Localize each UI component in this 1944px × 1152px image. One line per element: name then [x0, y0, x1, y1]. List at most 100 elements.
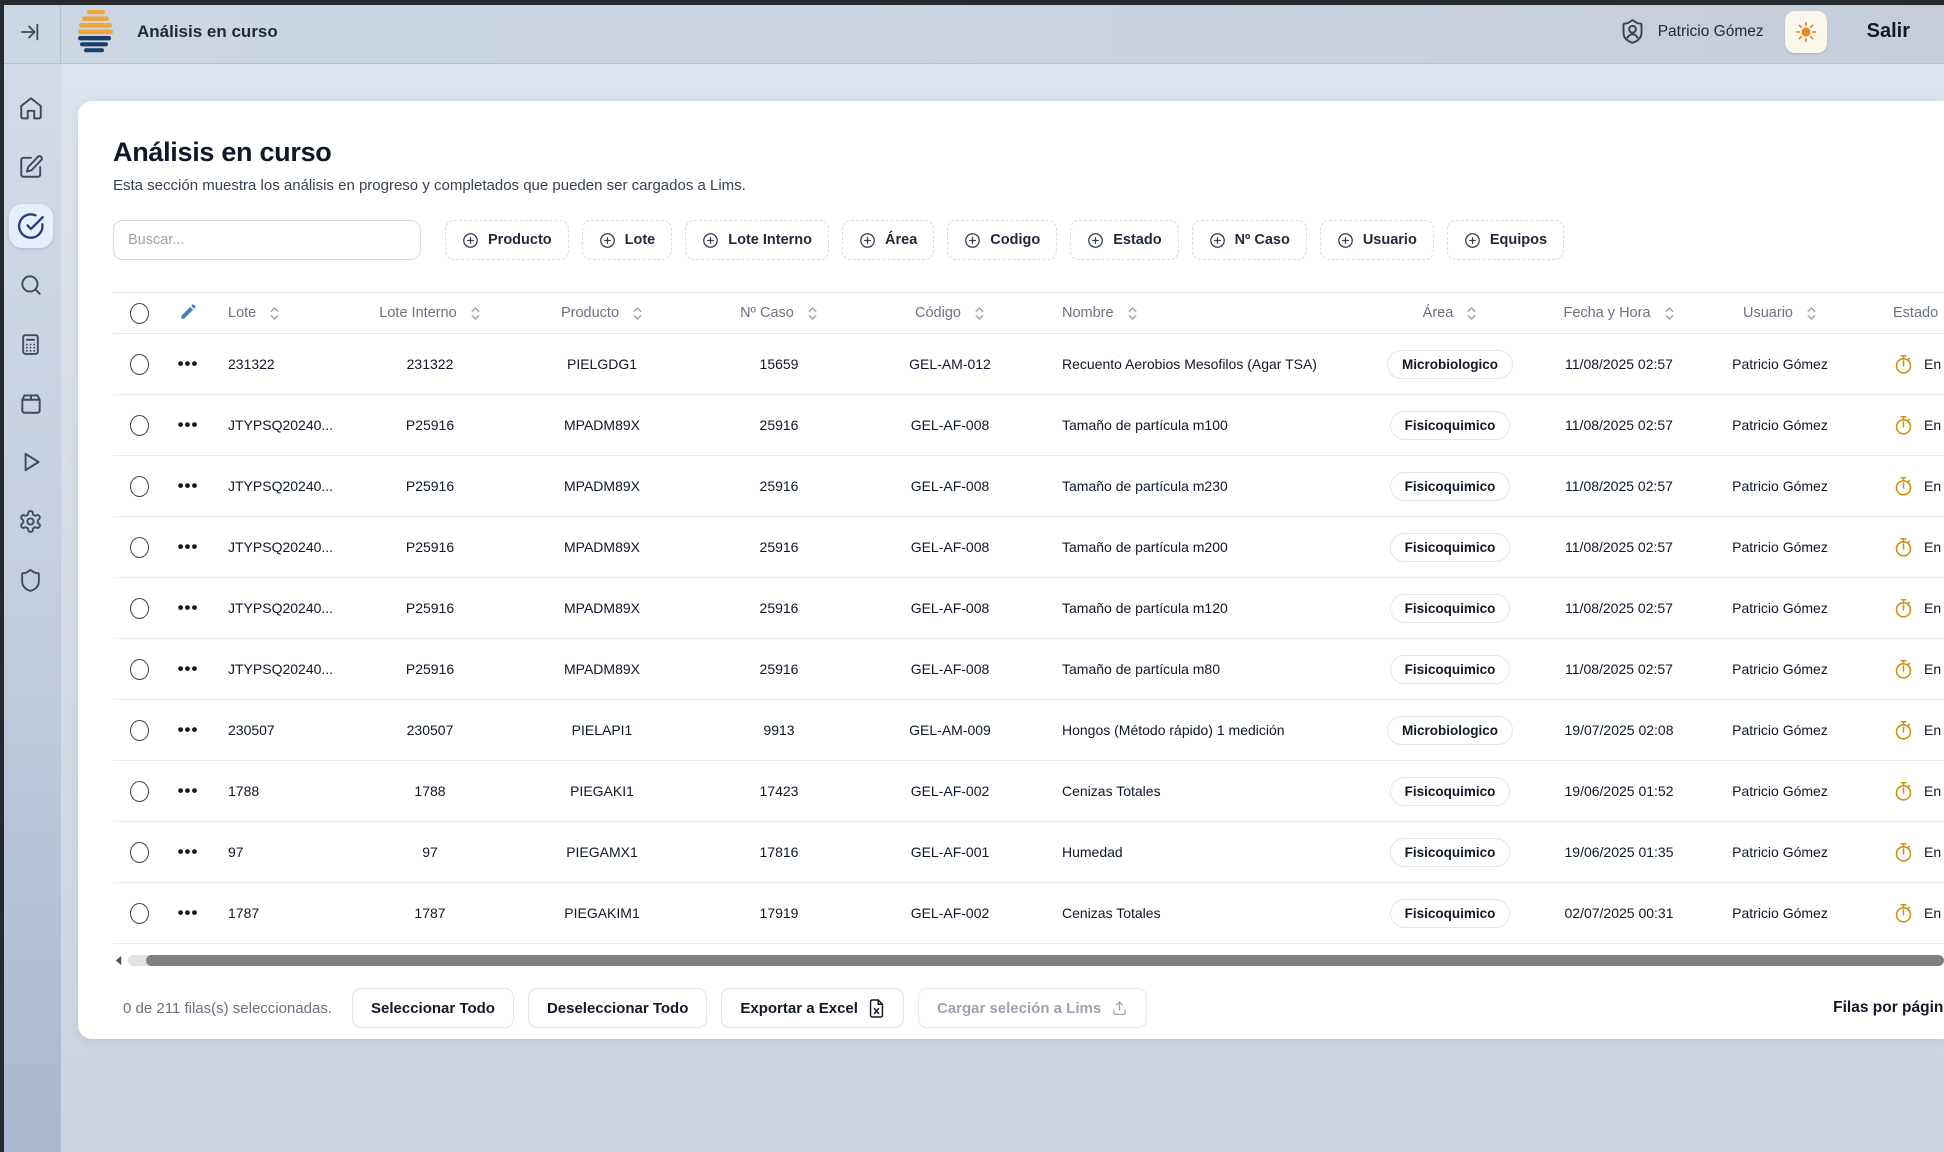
sort-icon[interactable] [807, 306, 818, 321]
cell-nombre: Tamaño de partícula m230 [1043, 478, 1228, 494]
cell-n_caso: 9913 [763, 722, 794, 738]
row-menu-button[interactable]: ••• [178, 476, 199, 495]
row-menu-button[interactable]: ••• [178, 659, 199, 678]
cell-lote_interno: P25916 [406, 417, 454, 433]
sort-icon[interactable] [1664, 306, 1675, 321]
row-checkbox[interactable] [130, 720, 149, 741]
row-checkbox[interactable] [130, 903, 149, 924]
row-checkbox[interactable] [130, 842, 149, 863]
cell-nombre: Tamaño de partícula m100 [1043, 417, 1228, 433]
column-header-area[interactable]: Área [1423, 305, 1478, 321]
cell-lote: 1787 [211, 905, 259, 921]
timer-icon [1893, 354, 1914, 375]
theme-toggle-button[interactable] [1785, 11, 1827, 53]
horizontal-scrollbar[interactable] [113, 954, 1944, 966]
status-label: En curso [1924, 661, 1944, 677]
filter-chip-2[interactable]: Lote Interno [685, 220, 829, 260]
column-header-n_caso[interactable]: Nº Caso [740, 305, 818, 321]
cell-usuario: Patricio Gómez [1732, 783, 1828, 799]
sidebar-item-calculator[interactable] [9, 322, 53, 366]
cell-codigo: GEL-AF-002 [911, 905, 990, 921]
sidebar-item-settings[interactable] [9, 499, 53, 543]
cell-lote: 97 [211, 844, 244, 860]
row-menu-button[interactable]: ••• [178, 720, 199, 739]
area-badge: Fisicoquimico [1390, 777, 1511, 806]
column-header-codigo[interactable]: Código [915, 305, 985, 321]
row-checkbox[interactable] [130, 476, 149, 497]
cell-lote: JTYPSQ20240... [211, 539, 333, 555]
column-header-estado[interactable]: Estado [1893, 305, 1944, 321]
cell-fecha: 11/08/2025 02:57 [1565, 539, 1673, 555]
row-checkbox[interactable] [130, 659, 149, 680]
cell-nombre: Hongos (Método rápido) 1 medición [1043, 722, 1285, 738]
cell-nombre: Cenizas Totales [1043, 905, 1161, 921]
filter-chip-4[interactable]: Codigo [947, 220, 1057, 260]
package-icon [18, 390, 44, 416]
row-menu-button[interactable]: ••• [178, 415, 199, 434]
column-header-lote[interactable]: Lote [228, 305, 280, 321]
sort-icon[interactable] [974, 306, 985, 321]
sidebar-item-home[interactable] [9, 86, 53, 130]
sort-icon[interactable] [1466, 306, 1477, 321]
content-card: Análisis en curso Esta sección muestra l… [78, 101, 1944, 1039]
row-menu-button[interactable]: ••• [178, 354, 199, 373]
scroll-left-arrow-icon[interactable] [113, 955, 124, 966]
sidebar-item-analysis[interactable] [9, 204, 53, 248]
sort-icon[interactable] [632, 306, 643, 321]
row-menu-button[interactable]: ••• [178, 598, 199, 617]
row-menu-button[interactable]: ••• [178, 781, 199, 800]
sidebar-item-edit[interactable] [9, 145, 53, 189]
column-header-usuario[interactable]: Usuario [1743, 305, 1817, 321]
cell-producto: MPADM89X [564, 661, 640, 677]
select-all-checkbox[interactable] [130, 303, 149, 324]
row-menu-button[interactable]: ••• [178, 842, 199, 861]
plus-circle-icon [1209, 232, 1226, 249]
sidebar-collapse-button[interactable] [0, 0, 61, 63]
sort-icon[interactable] [269, 306, 280, 321]
select-all-button[interactable]: Seleccionar Todo [352, 988, 514, 1028]
timer-icon [1893, 476, 1914, 497]
row-menu-button[interactable]: ••• [178, 903, 199, 922]
filter-chip-1[interactable]: Lote [582, 220, 673, 260]
row-checkbox[interactable] [130, 415, 149, 436]
sidebar-item-security[interactable] [9, 558, 53, 602]
row-checkbox[interactable] [130, 354, 149, 375]
sort-icon[interactable] [470, 306, 481, 321]
sort-icon[interactable] [1127, 306, 1138, 321]
row-checkbox[interactable] [130, 781, 149, 802]
row-checkbox[interactable] [130, 598, 149, 619]
sort-icon[interactable] [1806, 306, 1817, 321]
cell-codigo: GEL-AM-009 [909, 722, 991, 738]
column-header-fecha[interactable]: Fecha y Hora [1563, 305, 1674, 321]
company-logo [71, 7, 119, 57]
sidebar-item-search[interactable] [9, 263, 53, 307]
cell-lote: JTYPSQ20240... [211, 661, 333, 677]
load-lims-button[interactable]: Cargar seleción a Lims [918, 988, 1147, 1028]
cell-lote_interno: P25916 [406, 539, 454, 555]
window-frame-left [0, 0, 4, 1152]
cell-lote: JTYPSQ20240... [211, 478, 333, 494]
deselect-all-button[interactable]: Deseleccionar Todo [528, 988, 707, 1028]
scrollbar-thumb[interactable] [146, 955, 1944, 966]
cell-usuario: Patricio Gómez [1732, 539, 1828, 555]
table-footer: 0 de 211 filas(s) seleccionadas. Selecci… [113, 988, 1944, 1028]
column-header-producto[interactable]: Producto [561, 305, 643, 321]
filter-chip-3[interactable]: Área [842, 220, 934, 260]
scrollbar-track[interactable] [128, 955, 1944, 966]
export-excel-button[interactable]: Exportar a Excel [721, 988, 904, 1028]
filter-chip-7[interactable]: Usuario [1320, 220, 1434, 260]
column-header-lote_interno[interactable]: Lote Interno [379, 305, 480, 321]
sidebar-item-package[interactable] [9, 381, 53, 425]
cell-producto: PIEGAKIM1 [564, 905, 639, 921]
column-header-nombre[interactable]: Nombre [1062, 305, 1138, 321]
search-input[interactable] [113, 220, 421, 260]
filter-chip-6[interactable]: Nº Caso [1192, 220, 1307, 260]
filter-chip-0[interactable]: Producto [445, 220, 569, 260]
sidebar-item-run[interactable] [9, 440, 53, 484]
filter-chip-8[interactable]: Equipos [1447, 220, 1564, 260]
row-menu-button[interactable]: ••• [178, 537, 199, 556]
row-checkbox[interactable] [130, 537, 149, 558]
logout-button[interactable]: Salir [1867, 20, 1910, 43]
topbar: Análisis en curso Patricio Gómez Salir [0, 0, 1944, 64]
filter-chip-5[interactable]: Estado [1070, 220, 1178, 260]
